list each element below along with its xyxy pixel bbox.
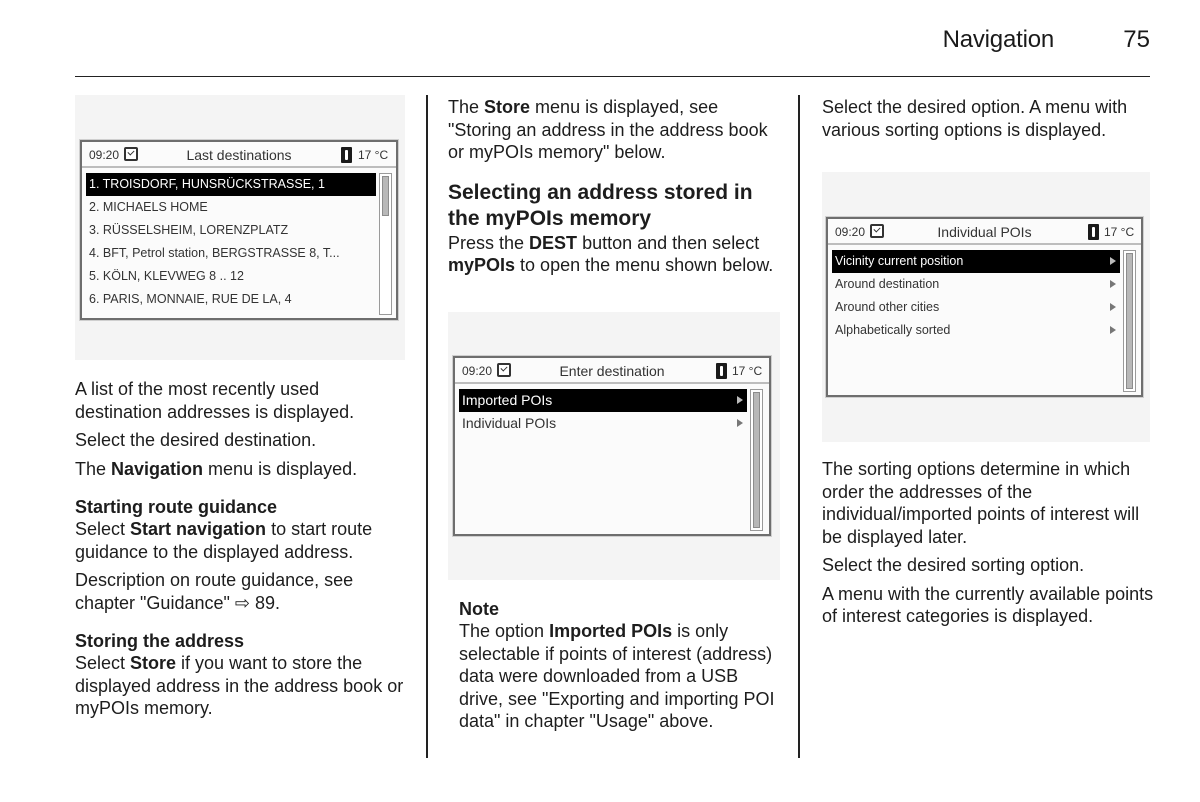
chevron-right-icon [1110,257,1116,265]
scrollbar-thumb[interactable] [1126,253,1133,389]
screen-last-destinations: 09:20 Last destinations 17 °C 1. TROISDO… [80,140,398,320]
thermometer-icon [1088,224,1099,240]
menu-item-around-other-cities[interactable]: Around other cities [832,296,1120,319]
screen-status-bar: 09:20 Enter destination 17 °C [455,358,769,384]
column-1-text: A list of the most recently used destina… [75,378,410,720]
menu-item-individual-pois[interactable]: Individual POIs [459,412,747,435]
screen-individual-pois: 09:20 Individual POIs 17 °C Vicinity cur… [826,217,1143,397]
list-item[interactable]: 2. MICHAELS HOME [86,196,376,219]
thermometer-icon [716,363,727,379]
temperature: 17 °C [1104,225,1135,239]
temperature: 17 °C [358,148,389,162]
chevron-right-icon [1110,303,1116,311]
paragraph: Select Store if you want to store the di… [75,653,404,718]
scrollbar[interactable] [1123,250,1136,392]
chevron-right-icon [737,396,743,404]
paragraph: Select the desired destination. [75,430,317,450]
screen-status-bar: 09:20 Individual POIs 17 °C [828,219,1141,245]
paragraph: The sorting options determine in which o… [822,459,1140,547]
section-heading: Starting route guidance [75,497,278,517]
paragraph: Select the desired option. A menu with v… [822,97,1128,140]
section-title: Navigation [942,26,1055,53]
column-2-text-top: The Store menu is displayed, see "Storin… [448,96,783,277]
chevron-right-icon [737,419,743,427]
column-3-text-bottom: The sorting options determine in which o… [822,458,1157,628]
poi-menu-list: Imported POIs Individual POIs [459,389,747,435]
list-item[interactable]: 3. RÜSSELSHEIM, LORENZPLATZ [86,219,376,242]
paragraph: A menu with the currently available poin… [822,583,1154,627]
menu-item-alphabetically-sorted[interactable]: Alphabetically sorted [832,319,1120,342]
page-number: 75 [1123,26,1150,53]
page-reference-icon: ⇨ [234,592,250,613]
menu-item-imported-pois[interactable]: Imported POIs [459,389,747,412]
scrollbar[interactable] [750,389,763,531]
paragraph: A list of the most recently used destina… [75,379,355,422]
sorting-options-list: Vicinity current position Around destina… [832,250,1120,342]
destination-list: 1. TROISDORF, HUNSRÜCKSTRASSE, 1 2. MICH… [86,173,376,311]
temperature: 17 °C [732,364,763,378]
paragraph: Press the DEST button and then select my… [448,232,774,276]
list-item[interactable]: 1. TROISDORF, HUNSRÜCKSTRASSE, 1 [86,173,376,196]
section-heading: Storing the address [75,631,245,651]
list-item[interactable]: 4. BFT, Petrol station, BERGSTRASSE 8, T… [86,242,376,265]
screen-enter-destination: 09:20 Enter destination 17 °C Imported P… [453,356,771,536]
list-item[interactable]: 6. PARIS, MONNAIE, RUE DE LA, 4 [86,288,376,311]
menu-item-around-destination[interactable]: Around destination [832,273,1120,296]
list-item[interactable]: 5. KÖLN, KLEVWEG 8 .. 12 [86,265,376,288]
note-heading: Note [459,599,499,619]
section-heading: Selecting an address stored in the myPOI… [448,180,753,230]
column-divider [426,95,428,758]
column-3-text-top: Select the desired option. A menu with v… [822,96,1157,141]
scrollbar-thumb[interactable] [753,392,760,528]
paragraph: The Store menu is displayed, see "Storin… [448,97,768,162]
note-text: The option Imported POIs is only selecta… [459,621,775,731]
chevron-right-icon [1110,326,1116,334]
screen-status-bar: 09:20 Last destinations 17 °C [82,142,396,168]
column-divider [798,95,800,758]
note-box: Note The option Imported POIs is only se… [459,598,779,733]
page-header: Navigation 75 [75,0,1150,77]
chevron-right-icon [1110,280,1116,288]
scrollbar-thumb[interactable] [382,176,389,216]
menu-item-vicinity-current-position[interactable]: Vicinity current position [832,250,1120,273]
paragraph: The Navigation menu is displayed. [75,458,358,479]
thermometer-icon [341,147,352,163]
paragraph: Select Start navigation to start route g… [75,519,373,562]
scrollbar[interactable] [379,173,392,315]
paragraph: Select the desired sorting option. [822,555,1085,575]
paragraph: Description on route guidance, see chapt… [75,570,354,613]
